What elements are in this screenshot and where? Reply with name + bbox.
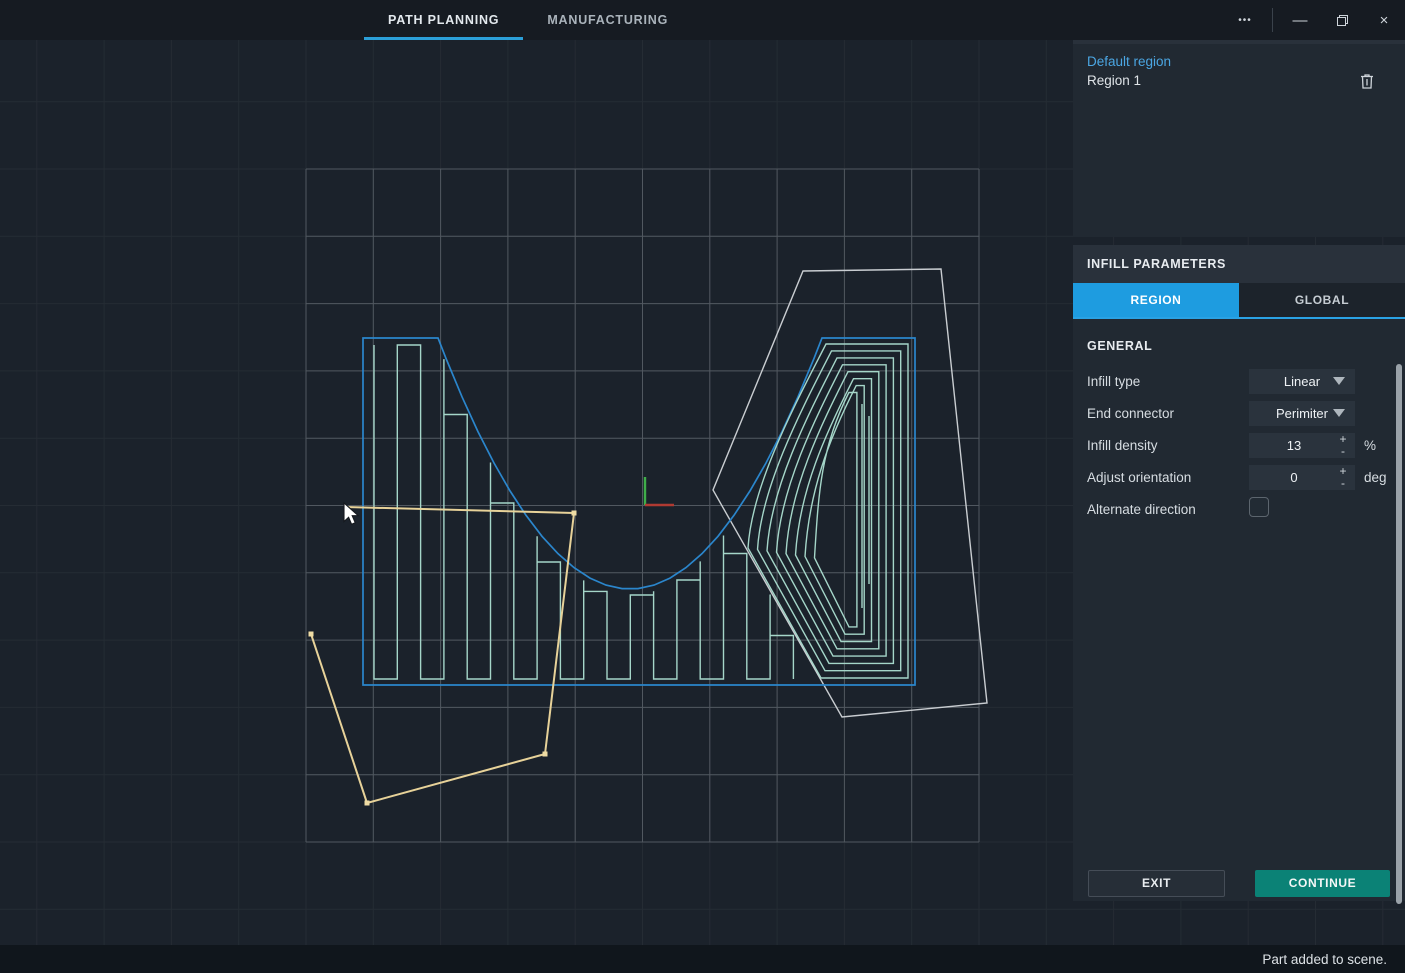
tab-manufacturing[interactable]: MANUFACTURING	[523, 0, 692, 40]
fill-regions-panel: FILL REGIONS Default region Region 1	[1073, 6, 1405, 237]
window-controls: ••• — ×	[1224, 0, 1405, 40]
chevron-down-icon	[1333, 377, 1345, 385]
infill-parameters-content: GENERAL Infill type Linear End connector…	[1073, 319, 1405, 865]
region-name: Default region	[1087, 54, 1391, 69]
adjust-orientation-value: 0	[1290, 470, 1297, 485]
field-alternate-direction: Alternate direction	[1073, 493, 1405, 525]
field-label: End connector	[1087, 406, 1249, 421]
field-adjust-orientation: Adjust orientation 0 + - deg	[1073, 461, 1405, 493]
panel-footer: EXIT CONTINUE	[1073, 865, 1405, 901]
infill-type-dropdown[interactable]: Linear	[1249, 369, 1355, 394]
field-infill-density: Infill density 13 + - %	[1073, 429, 1405, 461]
increment-button[interactable]: +	[1335, 465, 1351, 478]
end-connector-dropdown[interactable]: Perimiter	[1249, 401, 1355, 426]
infill-density-input[interactable]: 13 + -	[1249, 433, 1355, 458]
window-controls-divider	[1272, 8, 1273, 32]
decrement-button[interactable]: -	[1335, 445, 1351, 458]
minimize-icon[interactable]: —	[1279, 0, 1321, 40]
region-item-default[interactable]: Default region	[1073, 52, 1405, 71]
field-end-connector: End connector Perimiter	[1073, 397, 1405, 429]
adjust-orientation-input[interactable]: 0 + -	[1249, 465, 1355, 490]
infill-parameters-header: INFILL PARAMETERS	[1073, 245, 1405, 283]
field-label: Adjust orientation	[1087, 470, 1249, 485]
general-section-title: GENERAL	[1073, 331, 1405, 365]
main-tabs: PATH PLANNING MANUFACTURING	[364, 0, 692, 40]
restore-icon[interactable]	[1321, 0, 1363, 40]
field-label: Alternate direction	[1087, 502, 1249, 517]
exit-button[interactable]: EXIT	[1088, 870, 1225, 897]
status-bar: Part added to scene.	[0, 945, 1405, 973]
infill-scope-tabs: REGION GLOBAL	[1073, 283, 1405, 319]
more-options-icon[interactable]: •••	[1224, 0, 1266, 40]
continue-button[interactable]: CONTINUE	[1255, 870, 1390, 897]
region-list: Default region Region 1	[1073, 44, 1405, 90]
panel-scrollbar	[1396, 363, 1402, 864]
region-item-1[interactable]: Region 1	[1073, 71, 1405, 90]
increment-button[interactable]: +	[1335, 433, 1351, 446]
tab-global[interactable]: GLOBAL	[1239, 283, 1405, 317]
field-infill-type: Infill type Linear	[1073, 365, 1405, 397]
tab-path-planning[interactable]: PATH PLANNING	[364, 0, 523, 40]
region-name: Region 1	[1087, 73, 1357, 88]
infill-density-spinner: + -	[1335, 433, 1351, 458]
alternate-direction-checkbox[interactable]	[1249, 497, 1269, 517]
infill-type-value: Linear	[1284, 374, 1320, 389]
status-message: Part added to scene.	[1262, 952, 1387, 967]
close-icon[interactable]: ×	[1363, 0, 1405, 40]
infill-density-value: 13	[1287, 438, 1301, 453]
title-bar: PATH PLANNING MANUFACTURING ••• — ×	[0, 0, 1405, 40]
field-label: Infill type	[1087, 374, 1249, 389]
decrement-button[interactable]: -	[1335, 477, 1351, 490]
adjust-orientation-spinner: + -	[1335, 465, 1351, 490]
chevron-down-icon	[1333, 409, 1345, 417]
scrollbar-thumb[interactable]	[1396, 364, 1402, 904]
infill-parameters-panel: INFILL PARAMETERS REGION GLOBAL GENERAL …	[1073, 245, 1405, 901]
end-connector-value: Perimiter	[1276, 406, 1328, 421]
delete-region-icon[interactable]	[1357, 71, 1377, 91]
field-label: Infill density	[1087, 438, 1249, 453]
app-window: PATH PLANNING MANUFACTURING ••• — ×	[0, 0, 1405, 973]
tab-region[interactable]: REGION	[1073, 283, 1239, 317]
